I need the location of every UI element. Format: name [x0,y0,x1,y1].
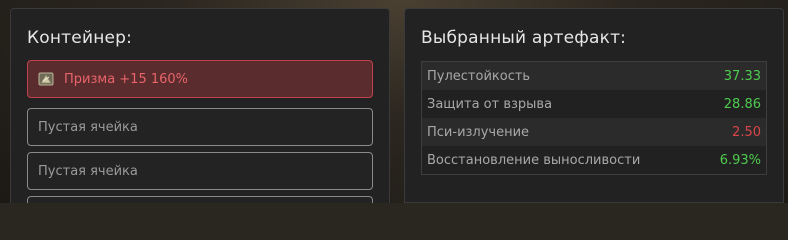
artifact-icon [38,71,55,88]
selected-artifact-panel: Выбранный артефакт: Пулестойкость 37.33 … [404,8,784,203]
artifact-stats-table: Пулестойкость 37.33 Защита от взрыва 28.… [421,61,767,175]
slot-empty-1[interactable]: Пустая ячейка [27,108,373,146]
stat-value: 2.50 [732,124,761,140]
slot-artifact-prism[interactable]: Призма +15 160% [27,60,373,98]
stat-value: 37.33 [723,68,761,84]
stat-row-bullet-resistance: Пулестойкость 37.33 [422,62,766,90]
container-title: Контейнер: [27,28,133,48]
stat-name: Восстановление выносливости [427,152,641,168]
slot-label: Пустая ячейка [38,163,138,179]
stat-name: Пулестойкость [427,68,531,84]
slot-label: Пустая ячейка [38,119,138,135]
stat-value: 28.86 [723,96,761,112]
slot-empty-2[interactable]: Пустая ячейка [27,152,373,190]
panel-divider [405,202,783,203]
stat-row-explosion-protection: Защита от взрыва 28.86 [422,90,766,118]
stat-name: Пси-излучение [427,124,530,140]
container-panel: Контейнер: Призма +15 160% Пустая ячейка… [10,8,390,203]
stat-value: 6.93% [719,152,761,168]
slot-label: Призма +15 160% [64,71,189,87]
app-stage: Контейнер: Призма +15 160% Пустая ячейка… [0,0,788,203]
stat-row-stamina-regeneration: Восстановление выносливости 6.93% [422,146,766,174]
selected-artifact-title: Выбранный артефакт: [421,28,627,48]
stat-name: Защита от взрыва [427,96,553,112]
slot-empty-3[interactable] [27,196,373,203]
stat-row-psi-radiation: Пси-излучение 2.50 [422,118,766,146]
